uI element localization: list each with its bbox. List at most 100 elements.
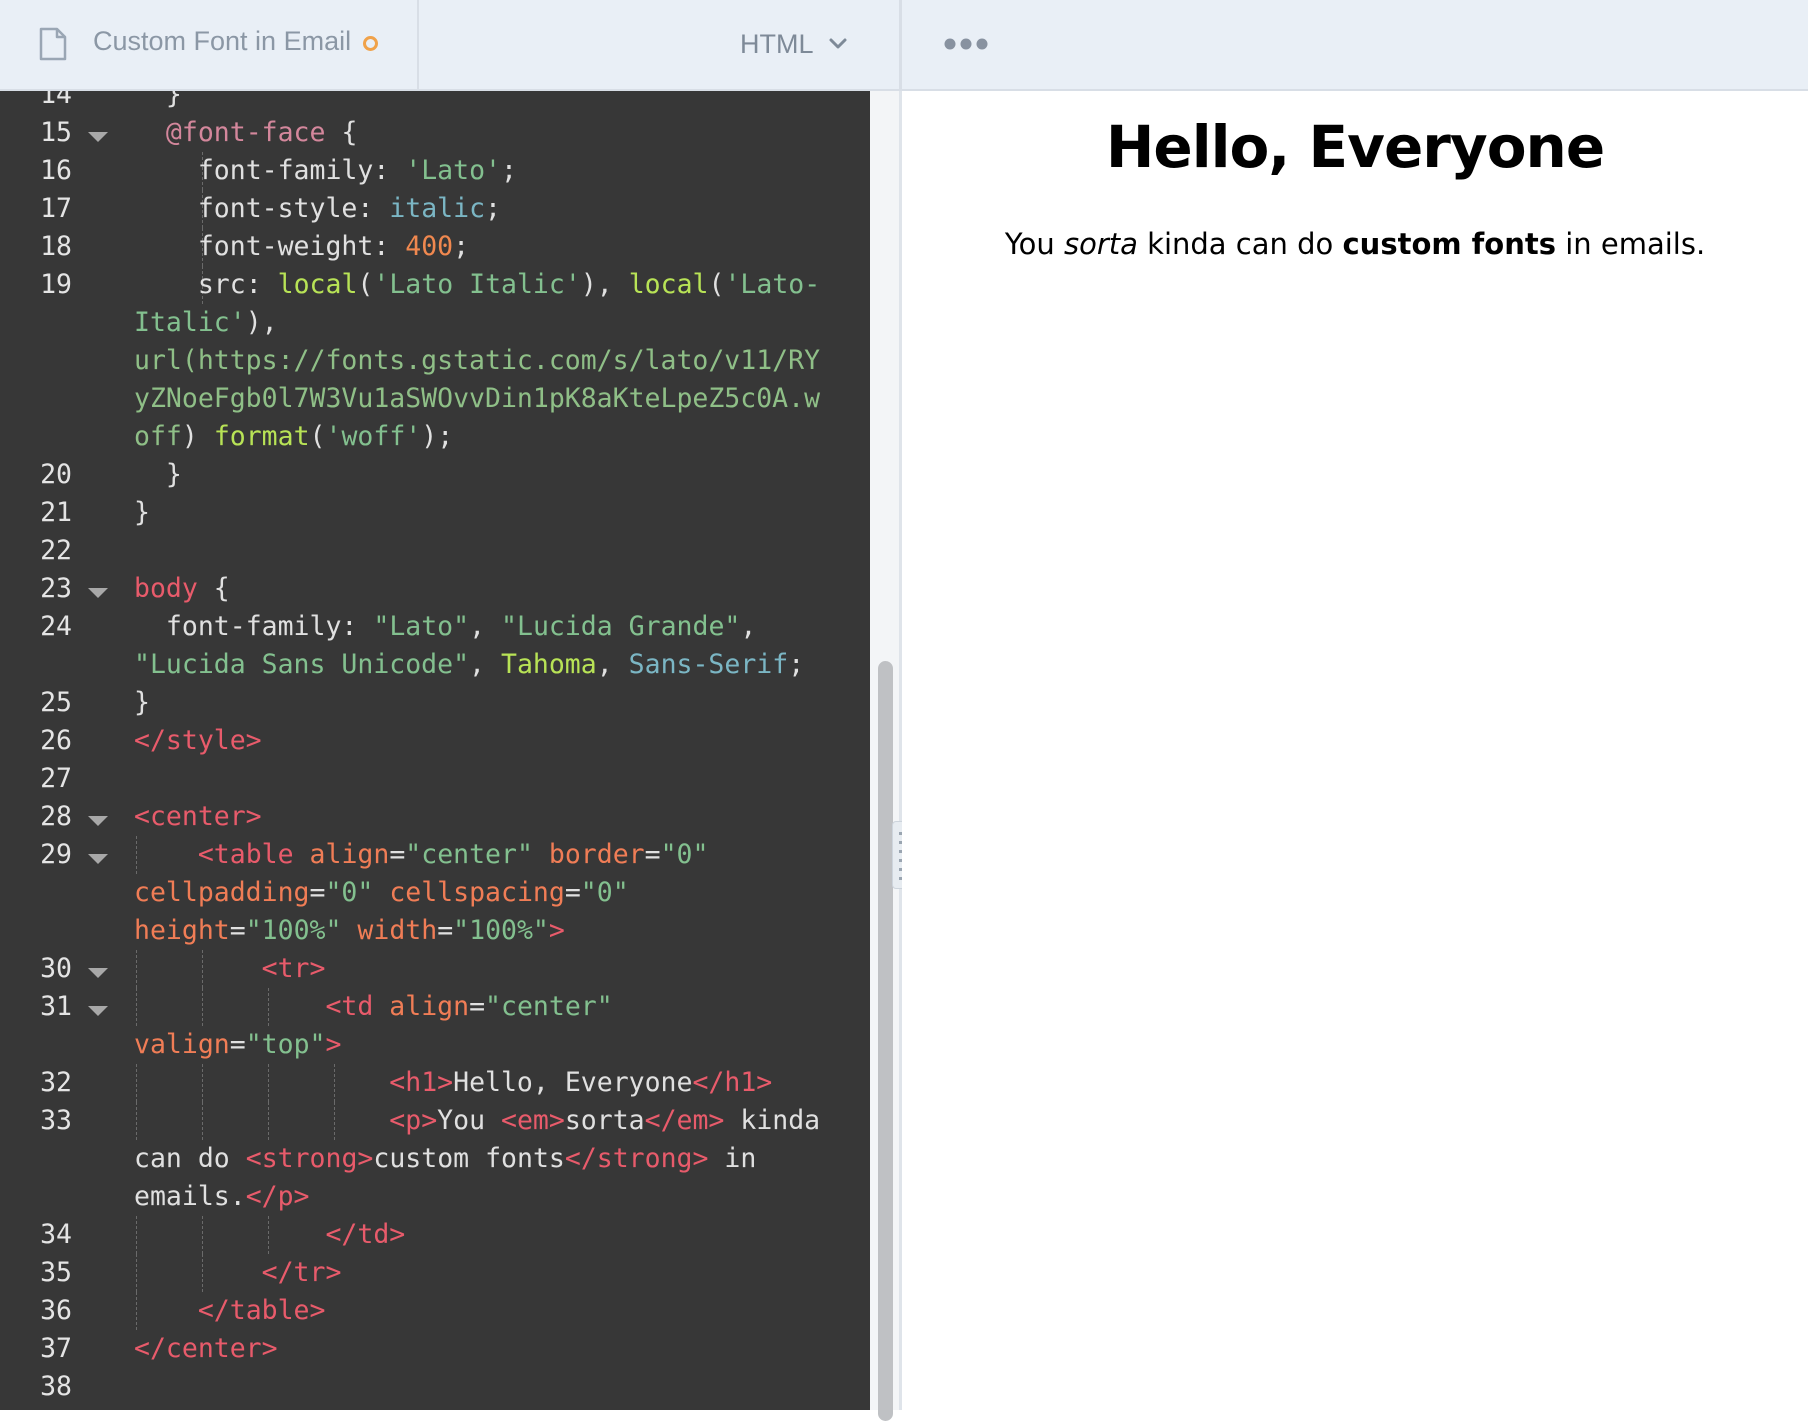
preview-strong: custom fonts xyxy=(1342,227,1556,261)
line-number: 16 xyxy=(40,155,72,186)
code-line[interactable]: 34 </td> xyxy=(0,1216,870,1254)
code-text: off) format('woff'); xyxy=(134,421,454,452)
editor-scrollbar-thumb[interactable] xyxy=(878,661,893,1421)
line-number: 17 xyxy=(40,193,72,224)
line-number: 31 xyxy=(40,991,72,1022)
code-line[interactable]: 26 </style> xyxy=(0,722,870,760)
line-number: 35 xyxy=(40,1257,72,1288)
line-number: 26 xyxy=(40,725,72,756)
code-text: <tr> xyxy=(261,953,326,984)
code-text: src: local('Lato Italic'), local('Lato- xyxy=(197,269,821,300)
code-line[interactable]: 23 body { xyxy=(0,570,870,608)
code-text: url(https://fonts.gstatic.com/s/lato/v11… xyxy=(134,345,821,376)
line-number: 25 xyxy=(40,687,72,718)
code-line[interactable]: 19 src: local('Lato Italic'), local('Lat… xyxy=(0,266,870,304)
preview-pane: Hello, Everyone You sorta kinda can do c… xyxy=(902,93,1808,1410)
code-line[interactable]: 25} xyxy=(0,684,870,722)
code-line[interactable]: emails.</p> xyxy=(0,1178,870,1216)
tab-title: Custom Font in Email xyxy=(93,26,352,56)
chevron-down-icon xyxy=(829,38,846,49)
fold-arrow-icon[interactable] xyxy=(88,132,108,142)
line-number: 30 xyxy=(40,953,72,984)
code-line[interactable]: can do <strong>custom fonts</strong> in xyxy=(0,1140,870,1178)
code-line[interactable]: 36 </table> xyxy=(0,1292,870,1330)
code-text: <center> xyxy=(134,801,262,832)
code-line[interactable]: "Lucida Sans Unicode", Tahoma, Sans-Seri… xyxy=(0,646,870,684)
code-line[interactable]: Italic'), xyxy=(0,304,870,342)
code-text: </tr> xyxy=(261,1257,342,1288)
code-text: yZNoeFgb0l7W3Vu1aSWOvvDin1pK8aKteLpeZ5c0… xyxy=(134,383,821,414)
code-line[interactable]: 32 <h1>Hello, Everyone</h1> xyxy=(0,1064,870,1102)
line-number: 32 xyxy=(40,1067,72,1098)
line-number: 33 xyxy=(40,1105,72,1136)
code-line[interactable]: 14 } xyxy=(0,91,870,114)
fold-arrow-icon[interactable] xyxy=(88,854,108,864)
code-editor[interactable]: 14 } 15 @font-face {16 font-family: 'Lato… xyxy=(0,91,870,1410)
code-text: </style> xyxy=(134,725,262,756)
line-number: 24 xyxy=(40,611,72,642)
preview-heading: Hello, Everyone xyxy=(1105,113,1605,181)
code-text: emails.</p> xyxy=(134,1181,310,1212)
code-line[interactable]: 18 font-weight: 400; xyxy=(0,228,870,266)
code-line[interactable]: 22 xyxy=(0,532,870,570)
file-tab[interactable]: Custom Font in Email xyxy=(0,0,419,91)
line-number: 15 xyxy=(40,117,72,148)
code-line[interactable]: cellpadding="0" cellspacing="0" xyxy=(0,874,870,912)
code-line[interactable]: 15 @font-face { xyxy=(0,114,870,152)
code-text: } xyxy=(134,497,150,528)
code-text: <td align="center" xyxy=(325,991,613,1022)
code-line[interactable]: 20 } xyxy=(0,456,870,494)
line-number: 38 xyxy=(40,1371,72,1402)
language-select[interactable]: HTML xyxy=(740,24,848,64)
line-number: 19 xyxy=(40,269,72,300)
code-text: "Lucida Sans Unicode", Tahoma, Sans-Seri… xyxy=(134,649,805,680)
file-icon xyxy=(39,27,67,61)
code-text: </center> xyxy=(134,1333,278,1364)
code-text: </table> xyxy=(197,1295,326,1326)
line-number: 20 xyxy=(40,459,72,490)
fold-arrow-icon[interactable] xyxy=(88,816,108,826)
line-number: 29 xyxy=(40,839,72,870)
preview-emphasis: sorta xyxy=(1064,227,1138,261)
code-text: font-family: "Lato", "Lucida Grande", xyxy=(165,611,757,642)
unsaved-dot-icon xyxy=(363,36,378,51)
code-line[interactable]: 21} xyxy=(0,494,870,532)
code-text: <p>You <em>sorta</em> kinda xyxy=(389,1105,821,1136)
code-line[interactable]: 31 <td align="center" xyxy=(0,988,870,1026)
code-line[interactable]: 38 xyxy=(0,1368,870,1406)
code-line[interactable]: off) format('woff'); xyxy=(0,418,870,456)
code-text: Italic'), xyxy=(134,307,278,338)
line-number: 23 xyxy=(40,573,72,604)
code-line[interactable]: valign="top"> xyxy=(0,1026,870,1064)
code-line[interactable]: 30 <tr> xyxy=(0,950,870,988)
code-line[interactable]: 33 <p>You <em>sorta</em> kinda xyxy=(0,1102,870,1140)
code-text: } xyxy=(134,687,150,718)
line-number: 22 xyxy=(40,535,72,566)
code-line[interactable]: 29 <table align="center" border="0" xyxy=(0,836,870,874)
code-line[interactable]: url(https://fonts.gstatic.com/s/lato/v11… xyxy=(0,342,870,380)
code-line[interactable]: height="100%" width="100%"> xyxy=(0,912,870,950)
code-line[interactable]: yZNoeFgb0l7W3Vu1aSWOvvDin1pK8aKteLpeZ5c0… xyxy=(0,380,870,418)
code-line[interactable]: 37 </center> xyxy=(0,1330,870,1368)
line-number: 27 xyxy=(40,763,72,794)
code-text: } xyxy=(165,459,182,490)
fold-arrow-icon[interactable] xyxy=(88,588,108,598)
preview-text: You xyxy=(1004,227,1065,261)
line-number: 18 xyxy=(40,231,72,262)
code-text: } xyxy=(165,91,182,110)
fold-arrow-icon[interactable] xyxy=(88,1006,108,1016)
code-line[interactable]: 17 font-style: italic; xyxy=(0,190,870,228)
line-number: 21 xyxy=(40,497,72,528)
code-line[interactable]: 27 xyxy=(0,760,870,798)
more-options-icon[interactable] xyxy=(943,37,989,51)
fold-arrow-icon[interactable] xyxy=(88,968,108,978)
code-line[interactable]: 28 <center> xyxy=(0,798,870,836)
line-number: 36 xyxy=(40,1295,72,1326)
code-text: cellpadding="0" cellspacing="0" xyxy=(134,877,629,908)
code-line[interactable]: 35 </tr> xyxy=(0,1254,870,1292)
line-number: 28 xyxy=(40,801,72,832)
code-line[interactable]: 16 font-family: 'Lato'; xyxy=(0,152,870,190)
code-text: height="100%" width="100%"> xyxy=(134,915,565,946)
preview-text: kinda can do xyxy=(1137,227,1343,261)
code-line[interactable]: 24 font-family: "Lato", "Lucida Grande", xyxy=(0,608,870,646)
